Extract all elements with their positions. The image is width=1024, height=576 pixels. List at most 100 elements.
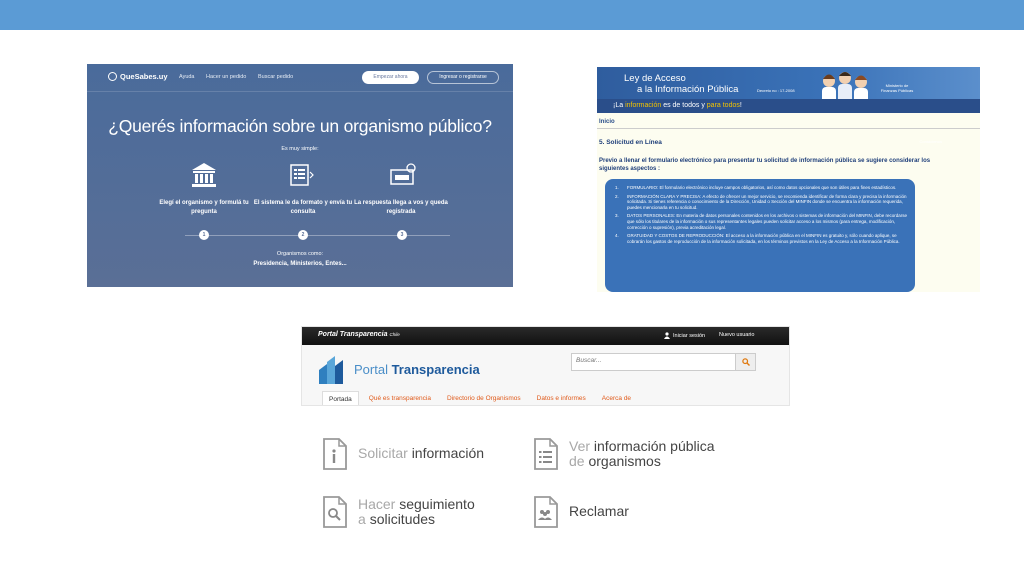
action-label: Hacer seguimiento a solicitudes xyxy=(358,495,475,528)
portal-logo-icon xyxy=(319,356,343,384)
slogan-highlight: información xyxy=(625,102,662,109)
portal-name-light: Portal xyxy=(354,362,392,377)
quesabes-logo[interactable]: QueSabes.uy xyxy=(108,72,168,81)
ley-header: Ley de Acceso a la Información Pública D… xyxy=(597,67,980,103)
tab-datos-informes[interactable]: Datos e informes xyxy=(531,391,592,405)
slogan-bar: ¡La información es de todos y para todos… xyxy=(597,99,980,144)
slogan-part: ¡La xyxy=(613,102,626,109)
ver-informacion-action[interactable]: Ver información pública de organismos xyxy=(533,437,715,471)
building-icon xyxy=(192,163,216,187)
label-bold: seguimiento xyxy=(399,495,475,512)
info-document-icon xyxy=(323,438,347,470)
login-label: Iniciar sesión xyxy=(673,332,706,339)
solicitar-informacion-action[interactable]: Solicitar información xyxy=(322,437,484,471)
logo-icon xyxy=(108,72,117,81)
email-reply-icon xyxy=(390,163,416,185)
step-3-text: La respuesta llega a vos y queda registr… xyxy=(354,200,448,215)
portal-name-bold: Transparencia xyxy=(391,362,480,377)
quesabes-screenshot: QueSabes.uy Ayuda Hacer un pedido Buscar… xyxy=(87,64,513,287)
portal-topbar: Portal Transparencia Chile Iniciar sesió… xyxy=(302,327,789,345)
divider xyxy=(597,128,980,129)
portal-bar-title: Portal Transparencia Chile xyxy=(318,331,400,338)
slogan-part: es de todos y xyxy=(661,102,707,109)
label-light: Solicitar xyxy=(358,445,412,462)
section-heading: 5. Solicitud en Línea xyxy=(599,139,662,146)
nav-link-buscar-pedido[interactable]: Buscar pedido xyxy=(258,74,293,80)
label-bold: organismos xyxy=(588,453,661,469)
search-icon xyxy=(741,358,750,366)
action-label: Reclamar xyxy=(569,504,629,520)
item-number: 3. xyxy=(615,213,619,219)
breadcrumb-inicio[interactable]: Inicio xyxy=(599,119,615,125)
step-2-text: El sistema le da formato y envía tu cons… xyxy=(253,200,353,215)
aspects-box: 1. FORMULARIO: El formulario electrónico … xyxy=(605,179,915,292)
tab-portada[interactable]: Portada xyxy=(322,391,359,405)
tab-que-es-transparencia[interactable]: Qué es transparencia xyxy=(363,391,437,405)
steps-connector xyxy=(185,235,450,236)
label-light: Ver xyxy=(569,437,594,454)
label-light: de xyxy=(569,453,589,469)
label-bold: información xyxy=(411,445,485,462)
reclamar-action[interactable]: Reclamar xyxy=(533,495,629,529)
logo-text: QueSabes.uy xyxy=(120,72,168,81)
nav-link-ayuda[interactable]: Ayuda xyxy=(179,74,195,80)
action-label: Solicitar información xyxy=(358,446,484,462)
tab-acerca-de[interactable]: Acerca de xyxy=(596,391,637,405)
label-light: Hacer xyxy=(358,495,400,512)
hacer-seguimiento-action[interactable]: Hacer seguimiento a solicitudes xyxy=(322,495,475,529)
decreto-label: Decreto no : 17-2008 xyxy=(757,88,795,93)
search-button[interactable] xyxy=(736,353,756,371)
ingresar-button[interactable]: Ingresar o registrarse xyxy=(427,71,499,84)
hero-subtitle: Es muy simple: xyxy=(281,146,319,152)
label-light: a xyxy=(358,511,370,527)
item-text: FORMULARIO: El formulario electrónico in… xyxy=(627,185,897,190)
item-text: DATOS PERSONALES: En materia de datos pe… xyxy=(627,213,907,230)
label-bold: solicitudes xyxy=(369,511,436,527)
slogan-highlight: para todos xyxy=(706,102,740,109)
step-1-number: 1 xyxy=(199,230,209,240)
ley-title-line2: a la Información Pública xyxy=(637,84,739,95)
new-user-link[interactable]: Nuevo usuario xyxy=(719,332,754,338)
quesabes-navbar: QueSabes.uy Ayuda Hacer un pedido Buscar… xyxy=(87,64,513,92)
ley-acceso-screenshot: Ley de Acceso a la Información Pública D… xyxy=(597,67,980,292)
tab-directorio-organismos[interactable]: Directorio de Organismos xyxy=(441,391,527,405)
list-item: 2. INFORMACIÓN CLARA Y PRECISA: A efecto … xyxy=(615,194,907,211)
search-input[interactable] xyxy=(576,357,731,364)
document-list-icon xyxy=(290,164,314,186)
empezar-button[interactable]: Empezar ahora xyxy=(362,71,419,84)
slogan-text: ¡La información es de todos y para todos… xyxy=(613,102,742,109)
user-icon xyxy=(664,332,670,339)
item-text: INFORMACIÓN CLARA Y PRECISA: A efecto de… xyxy=(627,193,907,210)
list-item: 4. GRATUIDAD Y COSTOS DE REPRODUCCIÓN: El… xyxy=(615,233,907,244)
item-number: 4. xyxy=(615,233,619,239)
ministerio-label: Ministerio de Finanzas Públicas xyxy=(880,83,914,93)
label-bold: información pública xyxy=(593,437,715,454)
bar-title-text: Portal Transparencia xyxy=(318,331,388,338)
slogan-part: ! xyxy=(739,102,742,109)
portal-transparencia-screenshot: Portal Transparencia Chile Iniciar sesió… xyxy=(301,326,790,406)
nav-link-hacer-pedido[interactable]: Hacer un pedido xyxy=(206,74,246,80)
list-item: 1. FORMULARIO: El formulario electrónico … xyxy=(615,185,907,191)
top-banner xyxy=(0,0,1024,30)
item-number: 1. xyxy=(615,185,619,190)
search-box xyxy=(571,353,736,371)
bar-chile-text: Chile xyxy=(389,332,400,337)
label-bold: Reclamar xyxy=(569,503,629,520)
organismos-label: Organismos como: xyxy=(276,251,324,257)
item-number: 2. xyxy=(615,193,619,199)
step-2-number: 2 xyxy=(298,230,308,240)
section-intro: Previo a llenar el formulario electrónic… xyxy=(599,158,931,172)
portal-tabs: Portada Qué es transparencia Directorio … xyxy=(322,391,641,405)
portal-name: Portal Transparencia xyxy=(354,362,480,377)
step-1-text: Elegí el organismo y formulá tu pregunta xyxy=(159,200,249,215)
list-document-icon xyxy=(534,438,558,470)
step-3-number: 3 xyxy=(397,230,407,240)
list-item: 3. DATOS PERSONALES: En materia de datos … xyxy=(615,213,907,230)
hero-title: ¿Querés información sobre un organismo p… xyxy=(108,116,492,136)
search-document-icon xyxy=(323,496,347,528)
contact-link[interactable]: Contáctenos xyxy=(920,139,942,144)
people-document-icon xyxy=(534,496,558,528)
login-link[interactable]: Iniciar sesión xyxy=(664,332,705,339)
ley-title-line1: Ley de Acceso xyxy=(624,73,686,84)
organismos-value: Presidencia, Ministerios, Entes... xyxy=(253,261,347,267)
